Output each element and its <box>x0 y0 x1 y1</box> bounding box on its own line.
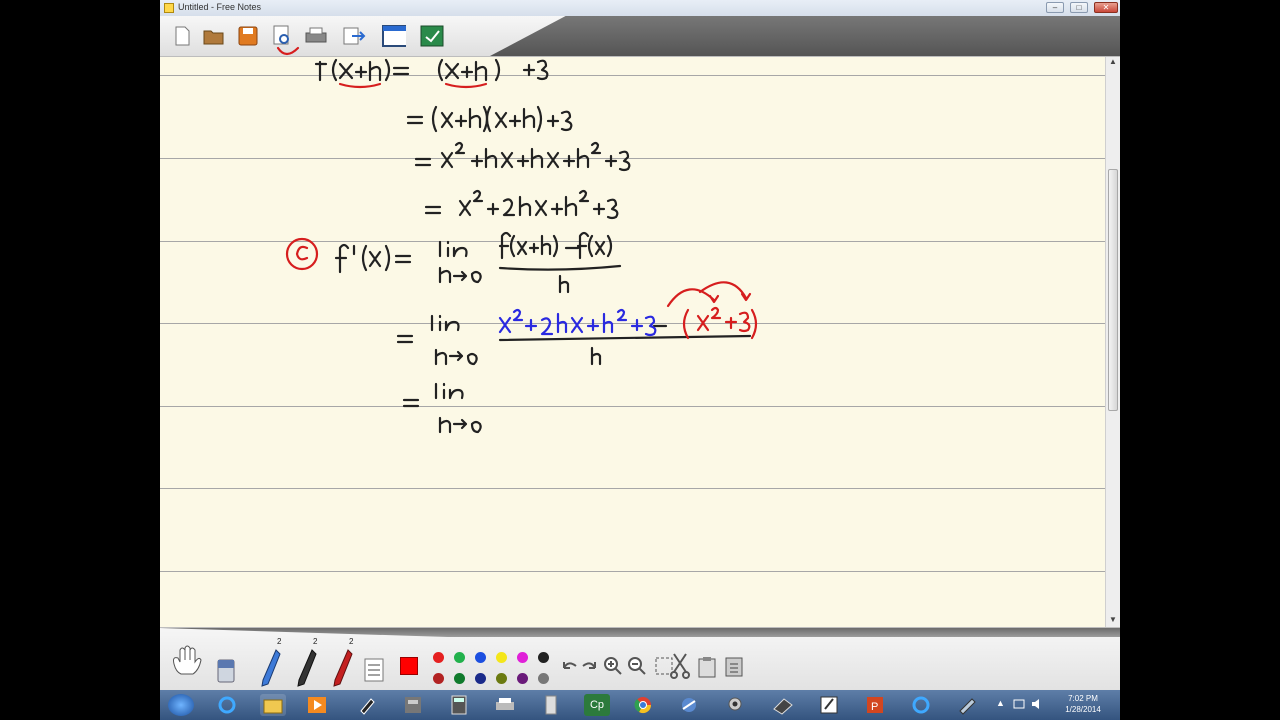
pen-size-label: 2 <box>313 637 318 646</box>
eraser-icon[interactable] <box>214 654 240 686</box>
color-swatch-green[interactable] <box>454 652 465 663</box>
powerpoint-icon[interactable]: P <box>862 694 888 716</box>
redo-icon[interactable] <box>581 658 599 674</box>
pen-size-label: 2 <box>277 637 282 646</box>
chrome-icon[interactable] <box>630 694 656 716</box>
color-swatch-dark-green[interactable] <box>454 673 465 684</box>
scroll-down-arrow[interactable]: ▼ <box>1106 615 1120 627</box>
text-list-icon[interactable] <box>364 658 384 682</box>
color-swatch-magenta[interactable] <box>517 652 528 663</box>
zoom-out-icon[interactable] <box>627 656 647 676</box>
start-button[interactable] <box>168 694 194 716</box>
drawing-app-icon[interactable] <box>954 694 980 716</box>
color-swatch-navy[interactable] <box>475 673 486 684</box>
webcam-icon[interactable] <box>722 694 748 716</box>
network-icon[interactable] <box>676 694 702 716</box>
svg-text:P: P <box>871 701 878 713</box>
black-pen-icon[interactable] <box>296 648 318 688</box>
ie-icon[interactable] <box>214 694 240 716</box>
color-swatch-red[interactable] <box>433 652 444 663</box>
note-app-icon[interactable] <box>816 694 842 716</box>
hand-icon[interactable] <box>168 642 204 678</box>
vertical-scrollbar[interactable]: ▲ ▼ <box>1105 57 1120 627</box>
ie2-icon[interactable] <box>908 694 934 716</box>
eraser-app-icon[interactable] <box>770 694 796 716</box>
pen-toolbar-dark-strip <box>160 628 1120 637</box>
color-swatch-purple[interactable] <box>517 673 528 684</box>
line-4 <box>424 189 619 220</box>
media-icon[interactable] <box>304 694 330 716</box>
red-pen-icon[interactable] <box>332 648 354 688</box>
clock-date: 1/28/2014 <box>1065 705 1101 714</box>
line-6-blue-numerator <box>498 308 657 337</box>
tray-network-icon[interactable] <box>1012 697 1026 711</box>
line-6-red-subtrahend <box>666 281 758 340</box>
red-square-icon[interactable] <box>400 657 418 675</box>
cp-icon[interactable]: Cp <box>584 694 610 716</box>
app-window: Untitled - Free Notes – □ ✕ ▲ ▼ 2 2 2 <box>160 0 1120 690</box>
color-swatch-gray[interactable] <box>538 673 549 684</box>
underline-1 <box>338 82 382 89</box>
clock-time: 7:02 PM <box>1068 694 1098 703</box>
pen-app-icon[interactable] <box>354 694 380 716</box>
paste-icon[interactable] <box>698 656 716 678</box>
underline-2 <box>444 82 488 89</box>
taskbar: Cp P ▲ 7:02 PM 1/28/2014 <box>160 690 1120 720</box>
part-c-circle <box>285 237 319 271</box>
circle-fragment <box>276 46 300 56</box>
explorer-icon[interactable] <box>260 694 286 716</box>
handwriting-layer <box>276 46 758 434</box>
color-swatch-black[interactable] <box>538 652 549 663</box>
line-7 <box>402 382 482 434</box>
line-2 <box>406 105 573 133</box>
line-6 <box>396 314 752 366</box>
pen-size-label: 2 <box>349 637 354 646</box>
color-swatch-dark-red[interactable] <box>433 673 444 684</box>
color-swatch-blue[interactable] <box>475 652 486 663</box>
color-swatch-olive[interactable] <box>496 673 507 684</box>
line-5 <box>334 231 622 294</box>
insert-page-icon[interactable] <box>724 656 746 678</box>
scroll-up-arrow[interactable]: ▲ <box>1106 57 1120 69</box>
blue-pen-icon[interactable] <box>260 648 282 688</box>
line-1 <box>314 58 549 82</box>
cut-icon[interactable] <box>668 652 692 680</box>
undo-icon[interactable] <box>560 658 578 674</box>
archive-icon[interactable] <box>400 694 426 716</box>
part-c-letter <box>295 245 309 261</box>
line-3 <box>414 141 631 172</box>
phone-icon[interactable] <box>538 694 564 716</box>
tray-volume-icon[interactable] <box>1030 697 1044 711</box>
system-clock[interactable]: 7:02 PM 1/28/2014 <box>1050 693 1116 715</box>
printer-icon[interactable] <box>492 694 518 716</box>
scroll-thumb[interactable] <box>1108 169 1118 411</box>
color-swatch-yellow[interactable] <box>496 652 507 663</box>
calculator-icon[interactable] <box>446 694 472 716</box>
tray-arrow-icon[interactable]: ▲ <box>996 698 1005 708</box>
zoom-in-icon[interactable] <box>603 656 623 676</box>
pen-toolbar: 2 2 2 <box>160 627 1120 690</box>
